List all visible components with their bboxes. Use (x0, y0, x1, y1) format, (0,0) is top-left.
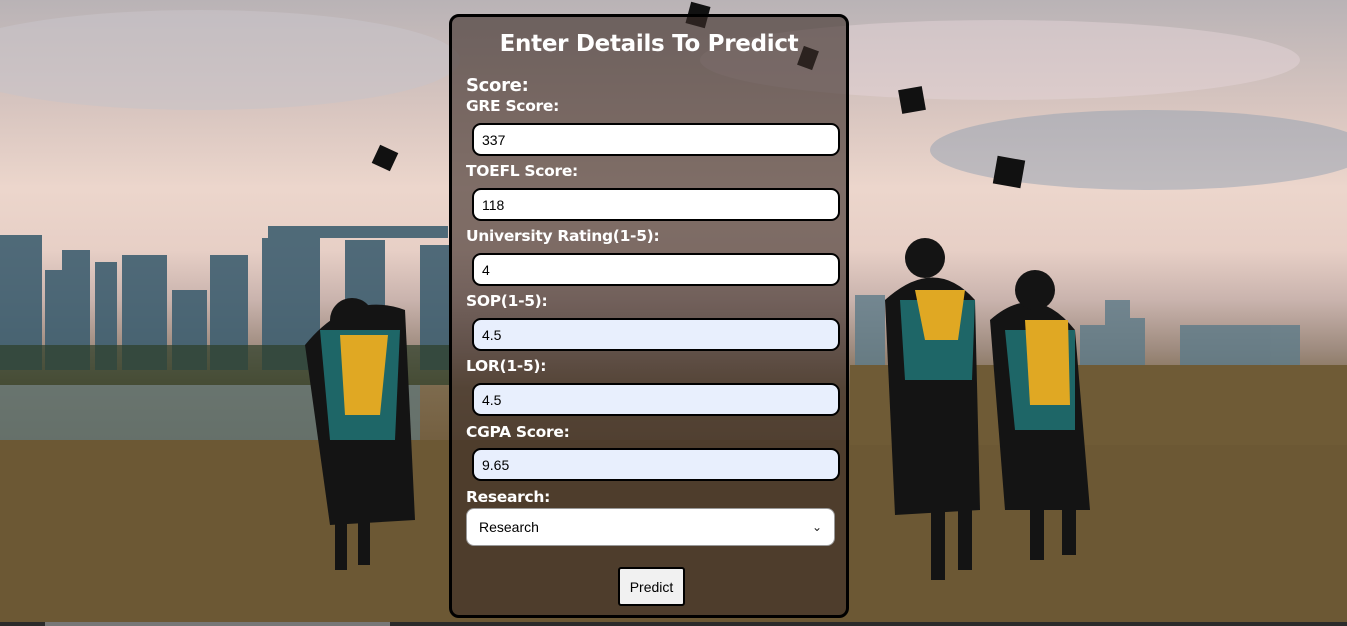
horizontal-scrollbar[interactable] (0, 622, 1347, 626)
form-title: Enter Details To Predict (499, 31, 799, 57)
university-rating-input[interactable] (472, 253, 840, 286)
research-select-value: Research (479, 519, 539, 535)
predict-form-card: Enter Details To Predict Score: GRE Scor… (449, 14, 849, 618)
research-select[interactable]: Research ⌄ (466, 508, 835, 546)
research-label: Research: (466, 488, 551, 506)
lor-label: LOR(1-5): (466, 357, 547, 375)
lor-input[interactable] (472, 383, 840, 416)
cgpa-score-label: CGPA Score: (466, 423, 570, 441)
sop-input[interactable] (472, 318, 840, 351)
sop-label: SOP(1-5): (466, 292, 548, 310)
toefl-score-label: TOEFL Score: (466, 162, 578, 180)
gre-score-input[interactable] (472, 123, 840, 156)
predict-button[interactable]: Predict (618, 567, 685, 606)
scrollbar-thumb[interactable] (45, 622, 390, 626)
cgpa-score-input[interactable] (472, 448, 840, 481)
university-rating-label: University Rating(1-5): (466, 227, 660, 245)
toefl-score-input[interactable] (472, 188, 840, 221)
score-heading: Score: (466, 75, 529, 96)
gre-score-label: GRE Score: (466, 97, 559, 115)
chevron-down-icon: ⌄ (811, 520, 822, 534)
